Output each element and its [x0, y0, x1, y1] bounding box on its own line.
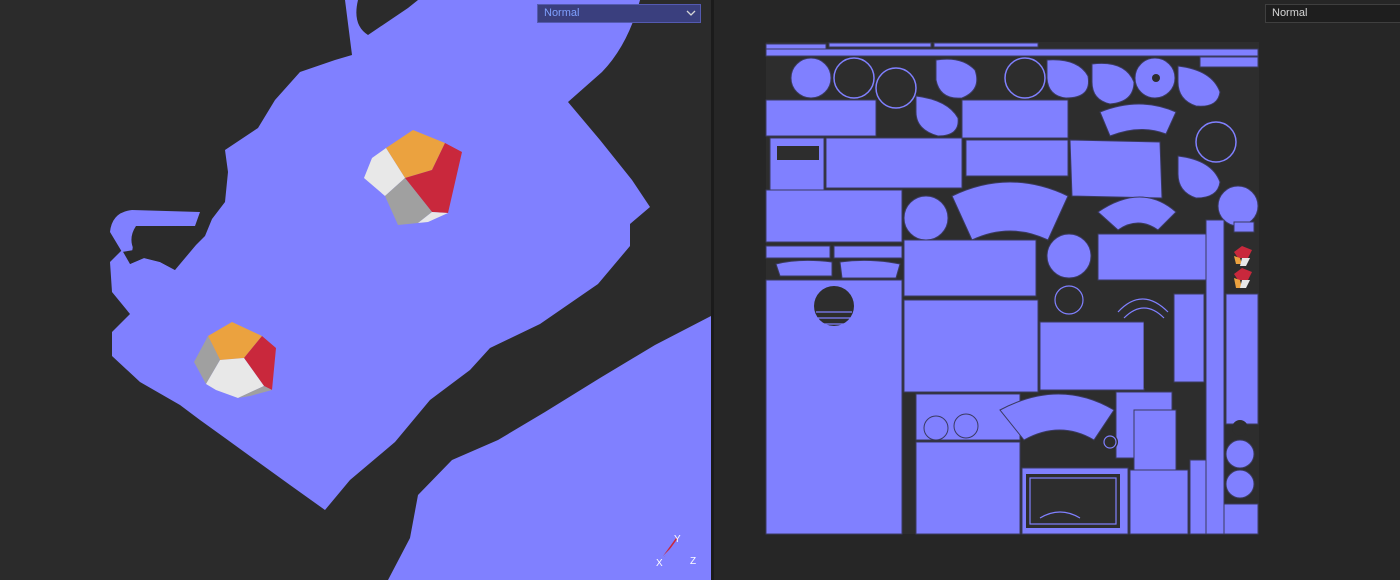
- viewport-shading-value: Normal: [544, 7, 580, 19]
- axis-label-y: Y: [674, 534, 681, 545]
- viewport-3d[interactable]: Y X Z Normal: [0, 0, 711, 580]
- axis-label-z: Z: [690, 556, 696, 567]
- uv-editor[interactable]: Normal: [714, 0, 1400, 580]
- uv-display-select[interactable]: Normal: [1265, 4, 1400, 23]
- chevron-down-icon: [686, 10, 696, 16]
- uv-canvas[interactable]: [714, 0, 1400, 580]
- axis-label-x: X: [656, 558, 663, 569]
- viewport-canvas[interactable]: Y X Z: [0, 0, 711, 580]
- uv-display-value: Normal: [1272, 7, 1308, 19]
- viewport-shading-select[interactable]: Normal: [537, 4, 701, 23]
